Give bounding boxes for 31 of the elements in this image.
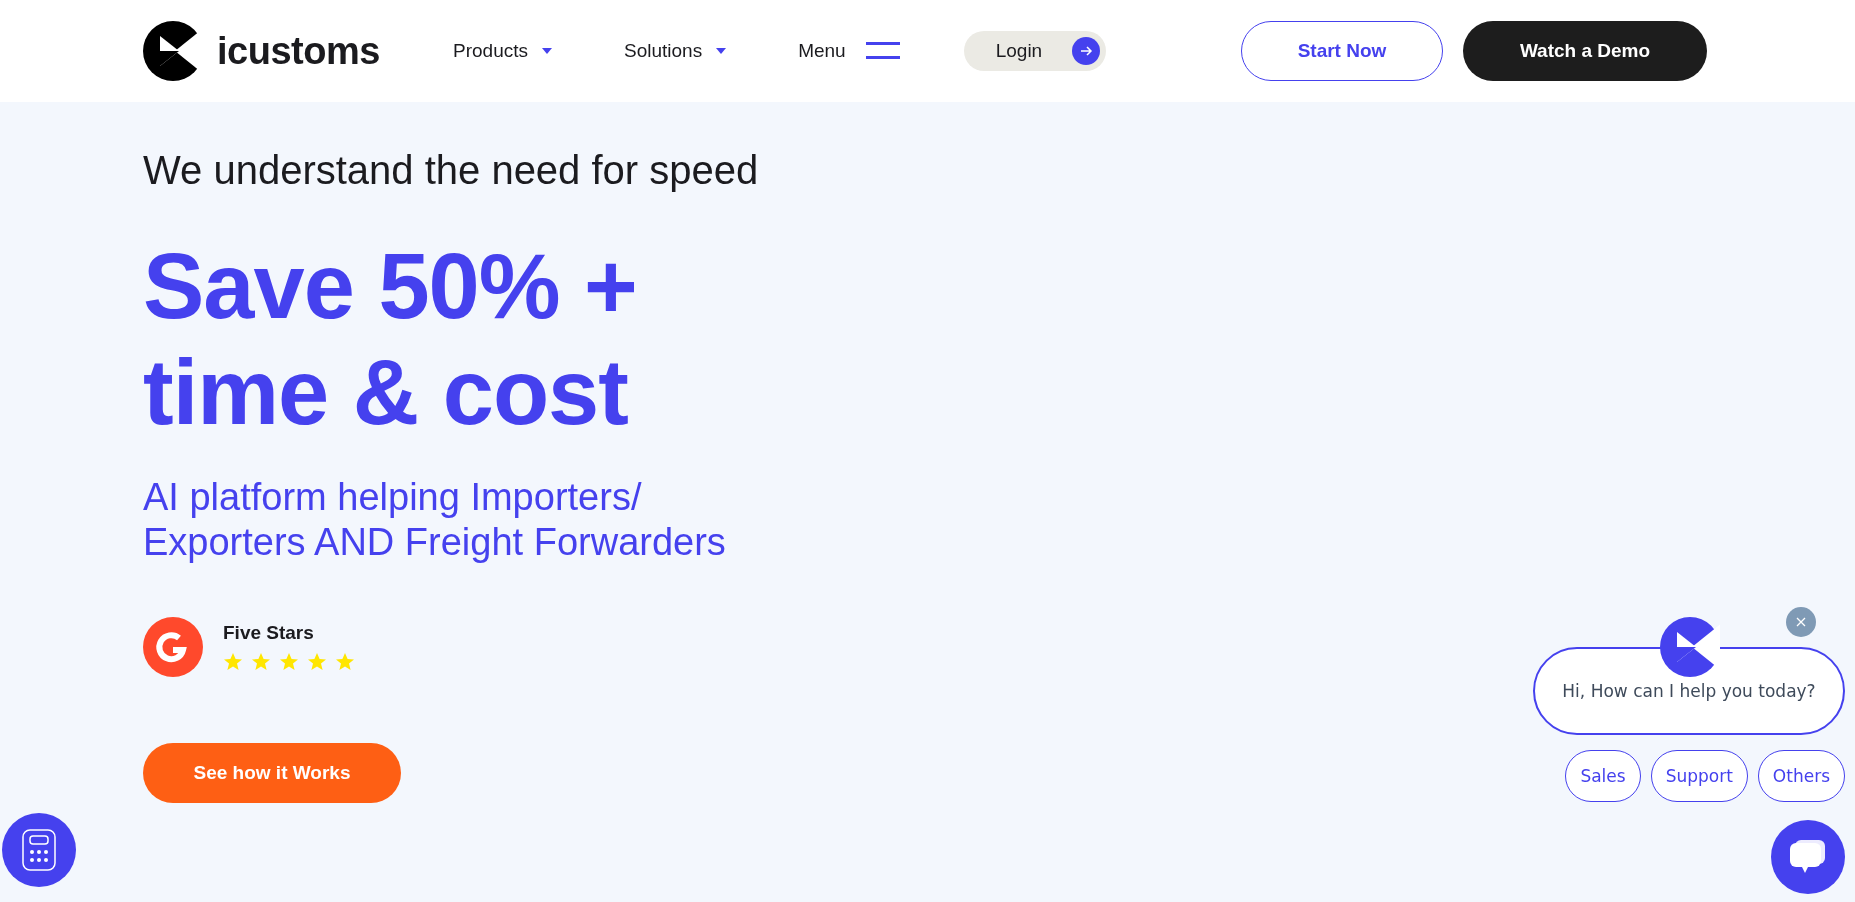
chat-logo-icon (1660, 617, 1720, 677)
chat-greeting: Hi, How can I help you today? (1533, 647, 1845, 735)
hero-eyebrow: We understand the need for speed (143, 148, 760, 193)
hero-subtitle: AI platform helping Importers/ Exporters AND Freight Forwarders (143, 475, 727, 565)
menu-icon (865, 42, 900, 60)
start-button[interactable]: Start Now (1241, 21, 1443, 81)
star-icon (279, 652, 299, 672)
nav-link[interactable]: Menu (798, 40, 900, 62)
hero-headline: Save 50% + (143, 234, 637, 339)
logo-text[interactable]: icustoms (217, 29, 380, 73)
chat-bubble-icon (1789, 839, 1827, 875)
logo-icon (143, 21, 203, 81)
hero-headline: time & cost (143, 340, 628, 445)
nav-link[interactable]: Solutions (624, 40, 727, 62)
star-icon (223, 652, 243, 672)
g2-logo-icon (143, 617, 203, 677)
calculator-icon (22, 829, 56, 871)
close-icon (1796, 617, 1806, 627)
chat-option[interactable]: Support (1650, 750, 1748, 802)
chat-option[interactable]: Sales (1565, 750, 1641, 802)
caret-icon (542, 48, 552, 54)
caret-icon (716, 48, 727, 54)
nav-link[interactable]: Products (453, 40, 552, 62)
star-icon (335, 652, 355, 672)
demo-button[interactable]: Watch a Demo (1463, 21, 1707, 81)
close-button[interactable] (1786, 607, 1816, 637)
star-icon (251, 652, 271, 672)
chat-option[interactable]: Others (1757, 750, 1845, 802)
login-button[interactable]: Login (963, 31, 1107, 71)
star-icon (307, 652, 327, 672)
rating-label: Five Stars (223, 622, 315, 644)
